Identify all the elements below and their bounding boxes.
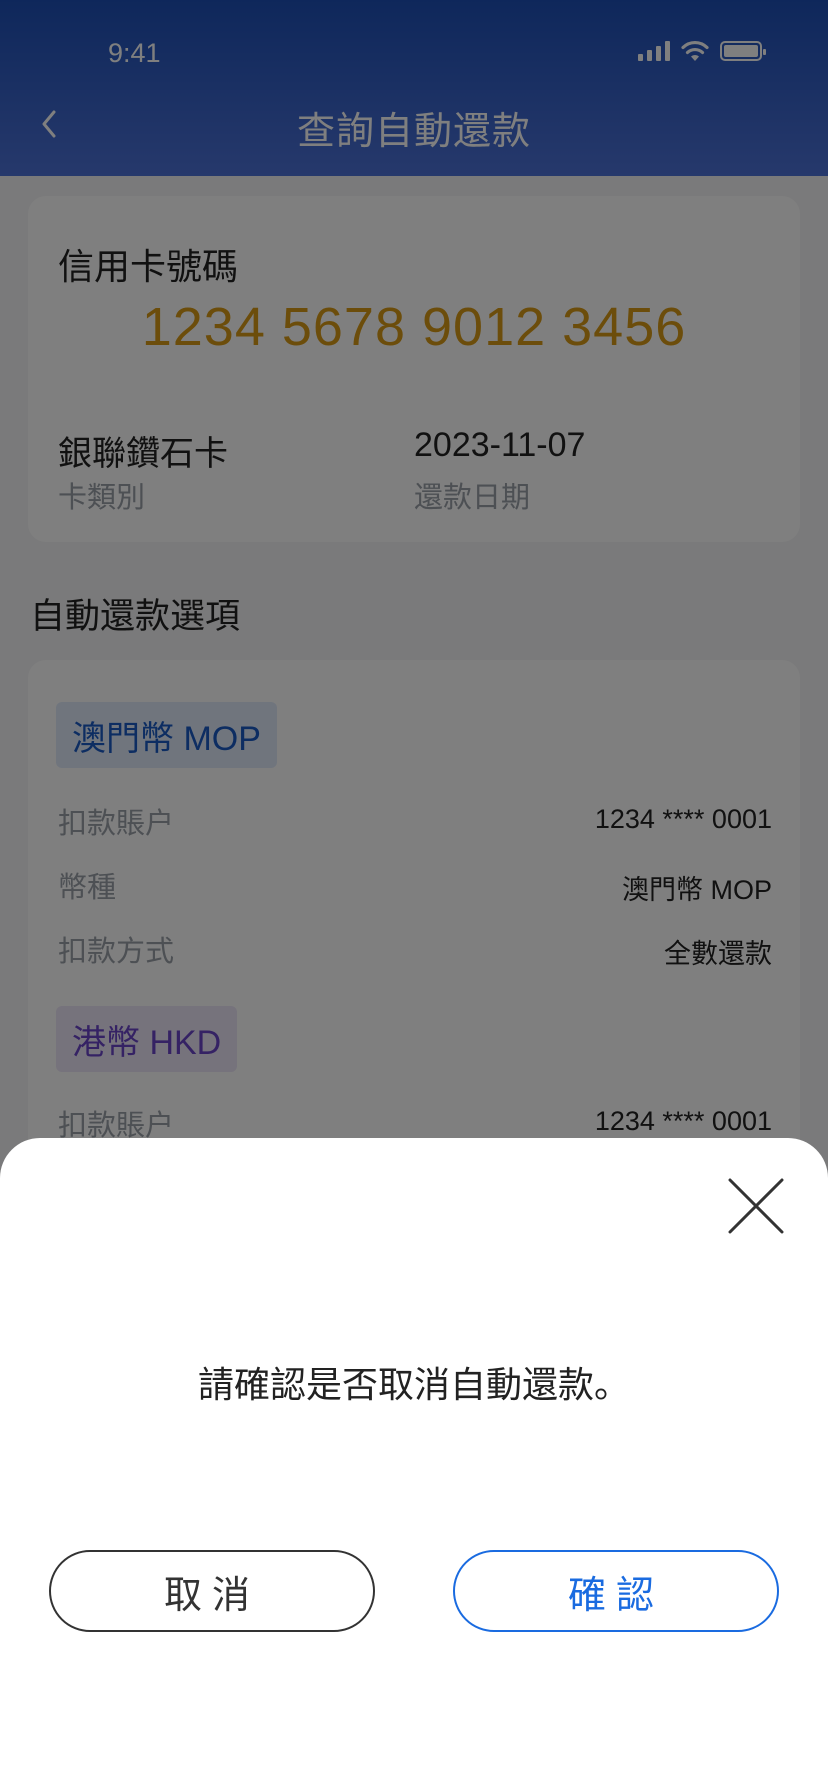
confirm-dialog: 請確認是否取消自動還款。 取消 確認 — [0, 1138, 828, 1792]
cancel-button[interactable]: 取消 — [49, 1550, 375, 1632]
confirm-button[interactable]: 確認 — [453, 1550, 779, 1632]
dialog-message: 請確認是否取消自動還款。 — [197, 1364, 630, 1405]
close-icon[interactable] — [728, 1178, 784, 1234]
